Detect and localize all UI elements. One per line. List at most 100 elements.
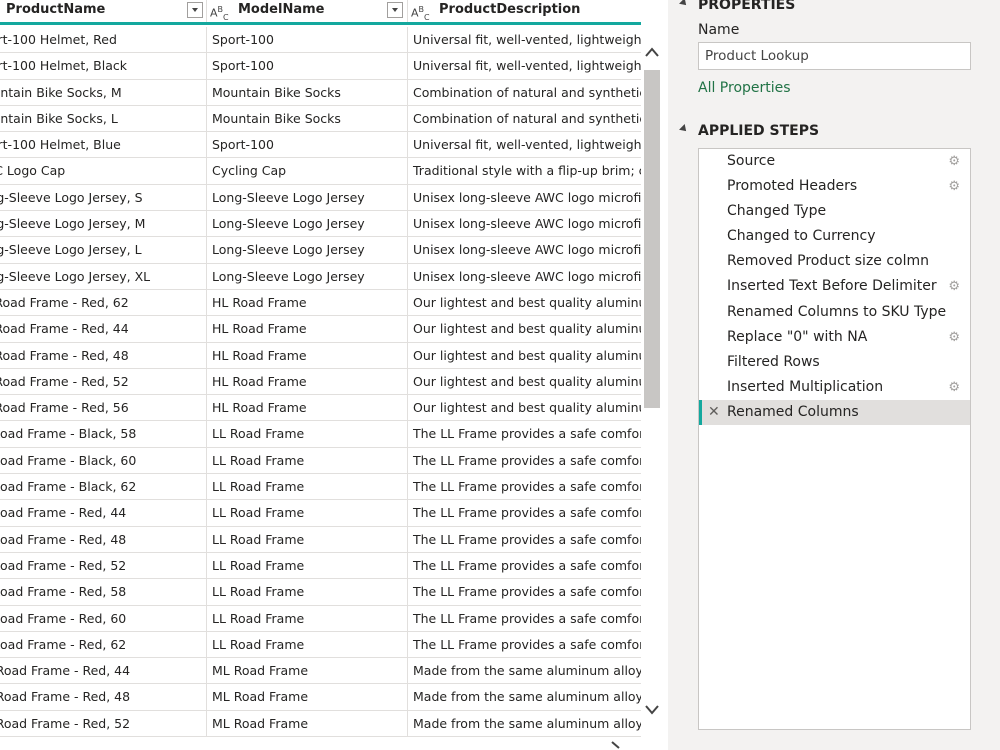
table-row[interactable]: HL Road Frame - Red, 44HL Road FrameOur …: [0, 316, 641, 343]
column-filter-button[interactable]: [187, 2, 203, 18]
table-row[interactable]: HL Road Frame - Red, 56HL Road FrameOur …: [0, 395, 641, 422]
table-cell[interactable]: Unisex long-sleeve AWC logo microfib: [409, 264, 641, 290]
table-cell[interactable]: Mountain Bike Socks: [208, 79, 408, 106]
table-row[interactable]: Sport-100 Helmet, BlueSport-100Universal…: [0, 132, 641, 159]
table-cell[interactable]: Long-Sleeve Logo Jersey: [208, 237, 408, 264]
table-cell[interactable]: LL Road Frame - Red, 62: [0, 631, 207, 658]
table-cell[interactable]: Mountain Bike Socks: [208, 105, 408, 132]
collapse-caret-icon[interactable]: [679, 124, 689, 134]
table-cell[interactable]: The LL Frame provides a safe comfort: [409, 474, 641, 500]
table-cell[interactable]: LL Road Frame: [208, 552, 408, 579]
table-cell[interactable]: Made from the same aluminum alloy: [409, 711, 641, 737]
table-cell[interactable]: Our lightest and best quality aluminu: [409, 343, 641, 369]
table-row[interactable]: HL Road Frame - Red, 52HL Road FrameOur …: [0, 368, 641, 396]
delete-step-icon[interactable]: ✕: [708, 400, 720, 425]
table-cell[interactable]: Long-Sleeve Logo Jersey, S: [0, 184, 207, 211]
table-row[interactable]: LL Road Frame - Red, 60LL Road FrameThe …: [0, 605, 641, 632]
table-row[interactable]: LL Road Frame - Black, 60LL Road FrameTh…: [0, 447, 641, 475]
table-row[interactable]: Long-Sleeve Logo Jersey, SLong-Sleeve Lo…: [0, 184, 641, 212]
column-header-productname[interactable]: ProductName: [0, 0, 207, 24]
applied-step-item[interactable]: Removed Product size colmn: [699, 249, 970, 274]
table-row[interactable]: LL Road Frame - Red, 44LL Road FrameThe …: [0, 500, 641, 527]
text-type-icon[interactable]: ABC: [210, 2, 229, 24]
table-cell[interactable]: Sport-100: [208, 53, 408, 80]
table-cell[interactable]: HL Road Frame: [208, 342, 408, 369]
table-cell[interactable]: The LL Frame provides a safe comfort: [409, 632, 641, 658]
table-cell[interactable]: LL Road Frame: [208, 421, 408, 448]
properties-section-header[interactable]: PROPERTIES: [679, 0, 795, 13]
chevron-right-icon[interactable]: [608, 740, 624, 750]
table-cell[interactable]: The LL Frame provides a safe comfort: [409, 448, 641, 474]
applied-step-item[interactable]: Promoted Headers ⚙: [699, 174, 970, 199]
column-header-productdescription[interactable]: ABC ProductDescription: [409, 0, 641, 24]
gear-icon[interactable]: ⚙: [948, 274, 960, 299]
applied-step-item[interactable]: ✕ Renamed Columns: [699, 399, 970, 426]
table-cell[interactable]: HL Road Frame - Red, 56: [0, 395, 207, 422]
table-cell[interactable]: Long-Sleeve Logo Jersey: [208, 263, 408, 290]
table-row[interactable]: Sport-100 Helmet, BlackSport-100Universa…: [0, 53, 641, 80]
table-cell[interactable]: The LL Frame provides a safe comfort: [409, 500, 641, 526]
applied-step-item[interactable]: Source ⚙: [699, 149, 970, 174]
table-cell[interactable]: Sport-100 Helmet, Red: [0, 27, 207, 53]
table-row[interactable]: Long-Sleeve Logo Jersey, XLLong-Sleeve L…: [0, 263, 641, 290]
table-cell[interactable]: ML Road Frame: [208, 658, 408, 685]
table-cell[interactable]: Mountain Bike Socks, L: [0, 105, 207, 132]
table-row[interactable]: Long-Sleeve Logo Jersey, LLong-Sleeve Lo…: [0, 237, 641, 264]
table-cell[interactable]: ML Road Frame: [208, 684, 408, 711]
table-cell[interactable]: HL Road Frame - Red, 48: [0, 342, 207, 369]
table-row[interactable]: Mountain Bike Socks, LMountain Bike Sock…: [0, 105, 641, 133]
vertical-scrollbar[interactable]: [641, 40, 663, 730]
table-cell[interactable]: LL Road Frame: [208, 526, 408, 553]
table-row[interactable]: LL Road Frame - Red, 62LL Road FrameThe …: [0, 631, 641, 659]
table-row[interactable]: LL Road Frame - Black, 62LL Road FrameTh…: [0, 474, 641, 501]
table-cell[interactable]: Traditional style with a flip-up brim; c: [409, 158, 641, 184]
table-cell[interactable]: LL Road Frame - Red, 52: [0, 552, 207, 579]
table-cell[interactable]: ML Road Frame - Red, 48: [0, 684, 207, 711]
table-cell[interactable]: The LL Frame provides a safe comfort: [409, 527, 641, 553]
table-cell[interactable]: LL Road Frame - Red, 44: [0, 500, 207, 527]
table-cell[interactable]: Unisex long-sleeve AWC logo microfib: [409, 237, 641, 263]
table-cell[interactable]: Unisex long-sleeve AWC logo microfib: [409, 185, 641, 211]
applied-step-item[interactable]: Inserted Text Before Delimiter ⚙: [699, 274, 970, 299]
table-row[interactable]: Sport-100 Helmet, RedSport-100Universal …: [0, 27, 641, 54]
gear-icon[interactable]: ⚙: [948, 325, 960, 350]
table-cell[interactable]: LL Road Frame: [208, 579, 408, 606]
table-row[interactable]: AWC Logo CapCycling CapTraditional style…: [0, 158, 641, 185]
table-cell[interactable]: LL Road Frame - Red, 58: [0, 579, 207, 606]
table-cell[interactable]: LL Road Frame: [208, 447, 408, 474]
applied-step-item[interactable]: Changed Type: [699, 199, 970, 224]
table-row[interactable]: Long-Sleeve Logo Jersey, MLong-Sleeve Lo…: [0, 211, 641, 238]
table-cell[interactable]: LL Road Frame - Black, 58: [0, 421, 207, 448]
table-cell[interactable]: Made from the same aluminum alloy: [409, 684, 641, 710]
table-row[interactable]: LL Road Frame - Black, 58LL Road FrameTh…: [0, 421, 641, 448]
table-cell[interactable]: LL Road Frame - Black, 62: [0, 474, 207, 501]
gear-icon[interactable]: ⚙: [948, 174, 960, 199]
table-cell[interactable]: LL Road Frame: [208, 474, 408, 501]
table-cell[interactable]: ML Road Frame - Red, 44: [0, 658, 207, 685]
table-row[interactable]: ML Road Frame - Red, 44ML Road FrameMade…: [0, 658, 641, 685]
table-row[interactable]: HL Road Frame - Red, 62HL Road FrameOur …: [0, 289, 641, 317]
table-cell[interactable]: Our lightest and best quality aluminu: [409, 290, 641, 316]
table-cell[interactable]: LL Road Frame - Black, 60: [0, 447, 207, 474]
table-cell[interactable]: HL Road Frame: [208, 289, 408, 316]
table-cell[interactable]: LL Road Frame - Red, 48: [0, 526, 207, 553]
table-row[interactable]: LL Road Frame - Red, 48LL Road FrameThe …: [0, 526, 641, 553]
column-header-modelname[interactable]: ABC ModelName: [208, 0, 408, 24]
table-cell[interactable]: Sport-100 Helmet, Blue: [0, 132, 207, 159]
table-cell[interactable]: LL Road Frame - Red, 60: [0, 605, 207, 632]
table-cell[interactable]: Universal fit, well-vented, lightweight: [409, 27, 641, 53]
table-cell[interactable]: HL Road Frame - Red, 44: [0, 316, 207, 343]
table-cell[interactable]: Long-Sleeve Logo Jersey, M: [0, 211, 207, 238]
table-cell[interactable]: Long-Sleeve Logo Jersey, L: [0, 237, 207, 264]
table-row[interactable]: Mountain Bike Socks, MMountain Bike Sock…: [0, 79, 641, 106]
table-cell[interactable]: Long-Sleeve Logo Jersey: [208, 211, 408, 238]
table-cell[interactable]: The LL Frame provides a safe comfort: [409, 421, 641, 447]
table-cell[interactable]: Sport-100: [208, 27, 408, 53]
table-cell[interactable]: Our lightest and best quality aluminu: [409, 395, 641, 421]
table-cell[interactable]: LL Road Frame: [208, 631, 408, 658]
table-cell[interactable]: HL Road Frame - Red, 62: [0, 289, 207, 316]
table-row[interactable]: ML Road Frame - Red, 48ML Road FrameMade…: [0, 684, 641, 711]
table-cell[interactable]: Sport-100: [208, 132, 408, 159]
chevron-up-icon[interactable]: [645, 46, 659, 58]
table-row[interactable]: ML Road Frame - Red, 52ML Road FrameMade…: [0, 710, 641, 738]
